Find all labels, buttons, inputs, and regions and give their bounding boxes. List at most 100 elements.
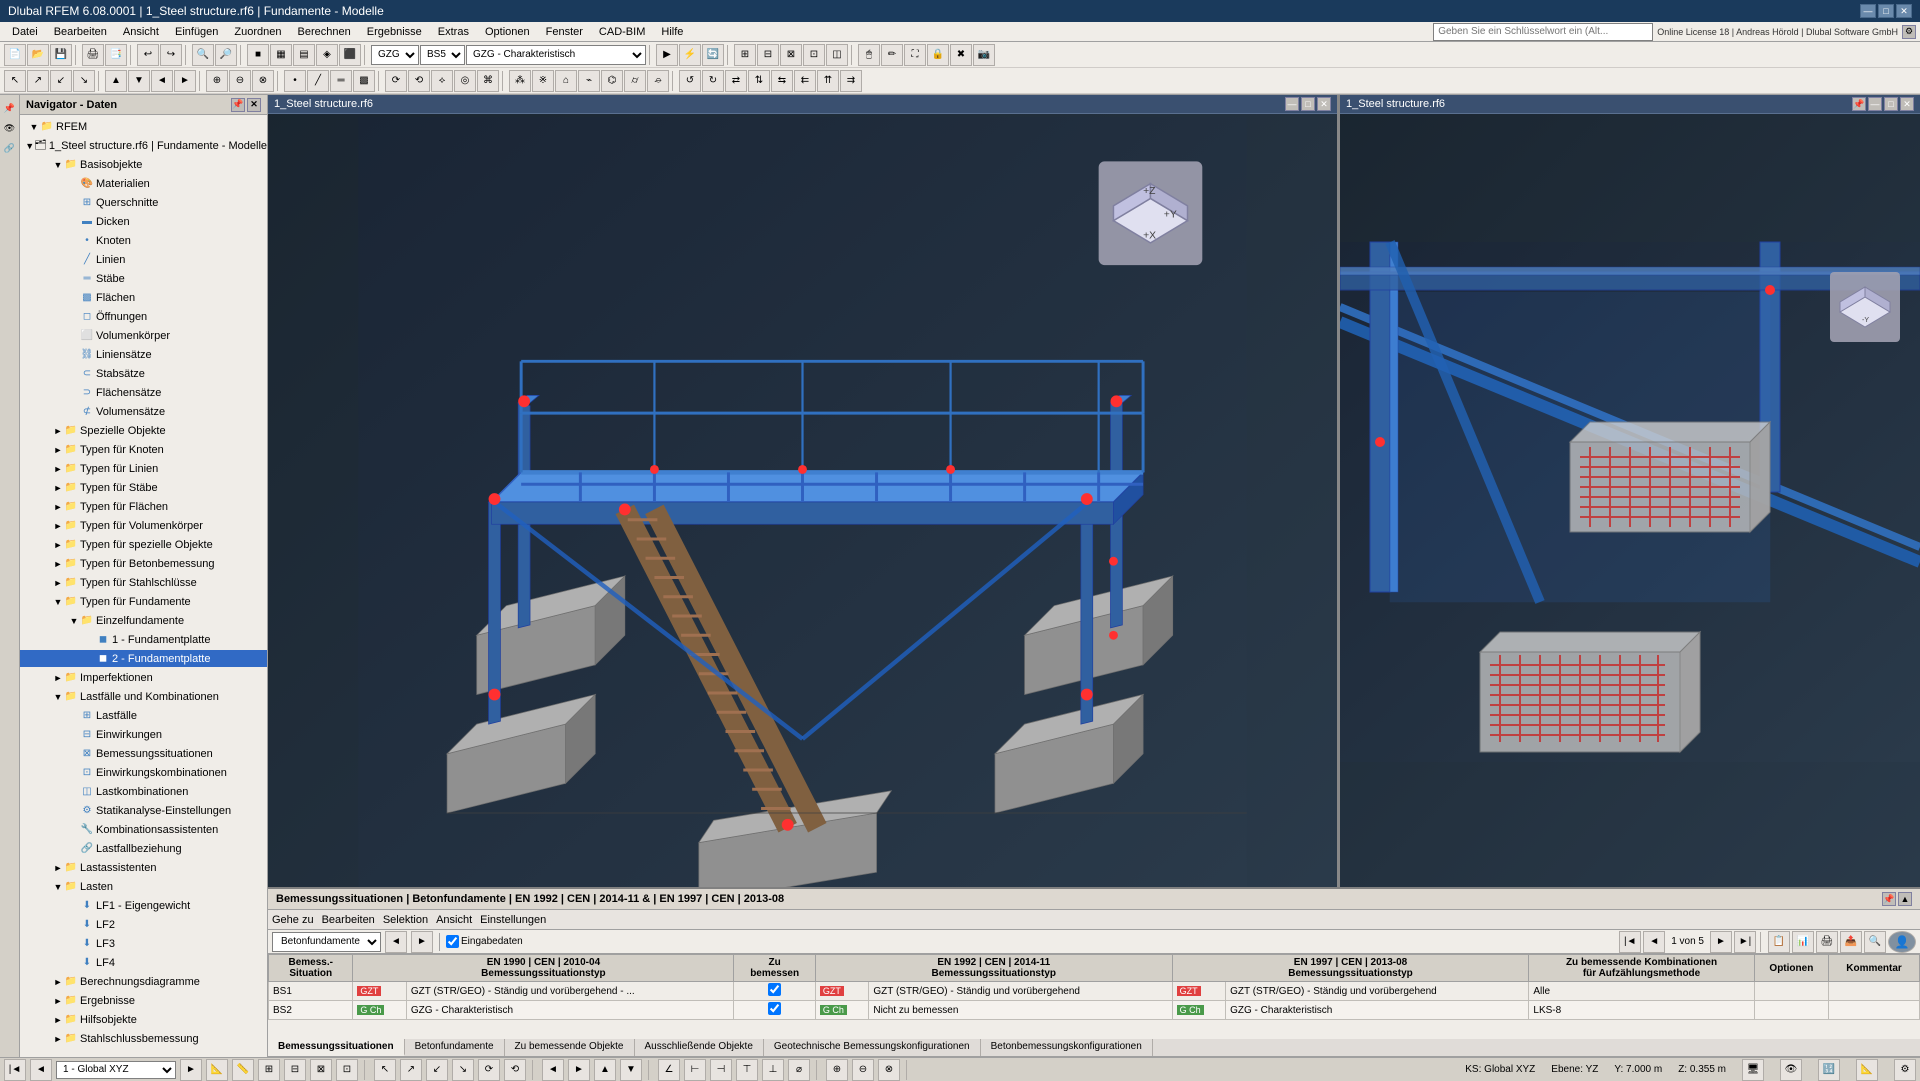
undo-btn[interactable]: ↩	[137, 44, 159, 66]
zoom-btn[interactable]: 🔍	[192, 44, 214, 66]
tree-lf1[interactable]: ⬇LF1 - Eigengewicht	[20, 896, 267, 915]
status-coord-combo[interactable]: 1 - Global XYZ	[56, 1061, 176, 1079]
bt-avatar[interactable]: 👤	[1888, 931, 1916, 953]
st-btn22[interactable]: ⌀	[788, 1059, 810, 1081]
tree-volumensaetze[interactable]: ⊄Volumensätze	[20, 402, 267, 421]
tb-icon3[interactable]: ⊠	[780, 44, 802, 66]
eingabedaten-checkbox[interactable]	[446, 935, 459, 948]
tb2-icon20[interactable]: ⇉	[840, 70, 862, 92]
st-btn17[interactable]: ∠	[658, 1059, 680, 1081]
tb2-btn1[interactable]: ↖	[4, 70, 26, 92]
st-btn8[interactable]: ↗	[400, 1059, 422, 1081]
tree-einwirkungen[interactable]: ⊟Einwirkungen	[20, 725, 267, 744]
tree-imperfektionen[interactable]: ►📁Imperfektionen	[20, 668, 267, 687]
bottom-combo[interactable]: Betonfundamente	[272, 932, 381, 952]
tree-materialien[interactable]: 🎨Materialien	[20, 174, 267, 193]
redo-btn[interactable]: ↪	[160, 44, 182, 66]
st-btn13[interactable]: ◄	[542, 1059, 564, 1081]
menu-hilfe[interactable]: Hilfe	[653, 24, 691, 40]
left-icon-2[interactable]: 👁	[1, 119, 19, 137]
load-combo-3[interactable]: GZG - Charakteristisch	[466, 45, 646, 65]
tb2-btn9[interactable]: ⊕	[206, 70, 228, 92]
tb2-line[interactable]: ╱	[307, 70, 329, 92]
st-icon1[interactable]: 🖥	[1742, 1059, 1764, 1081]
tab-bemessungssituationen[interactable]: Bemessungssituationen	[268, 1039, 405, 1056]
menu-cad-bim[interactable]: CAD-BIM	[591, 24, 653, 40]
bs2-zu-bemessen[interactable]	[734, 1001, 815, 1020]
tree-typen-beton[interactable]: ►📁Typen für Betonbemessung	[20, 554, 267, 573]
tree-volumenkoerper[interactable]: ⬜Volumenkörper	[20, 326, 267, 345]
tb2-icon12[interactable]: ⌮	[647, 70, 669, 92]
maximize-button[interactable]: □	[1878, 4, 1894, 18]
new-btn[interactable]: 📄	[4, 44, 26, 66]
table-row[interactable]: BS2 G Ch GZG - Charakteristisch G Ch Nic…	[269, 1001, 1920, 1020]
vp-left-max[interactable]: □	[1301, 97, 1315, 111]
st-btn3[interactable]: ⊞	[258, 1059, 280, 1081]
tree-staebe[interactable]: ═Stäbe	[20, 269, 267, 288]
tb-btn9[interactable]: ⬛	[339, 44, 361, 66]
tb-icon5[interactable]: ◫	[826, 44, 848, 66]
tb-icon4[interactable]: ⊡	[803, 44, 825, 66]
close-button[interactable]: ✕	[1896, 4, 1912, 18]
tb2-surface[interactable]: ▩	[353, 70, 375, 92]
st-btn25[interactable]: ⊗	[878, 1059, 900, 1081]
st-btn7[interactable]: ↖	[374, 1059, 396, 1081]
left-icon-1[interactable]: 📌	[1, 99, 19, 117]
tree-knoten[interactable]: •Knoten	[20, 231, 267, 250]
st-btn15[interactable]: ▲	[594, 1059, 616, 1081]
bottom-pin[interactable]: 📌	[1882, 892, 1896, 906]
table-row[interactable]: BS1 GZT GZT (STR/GEO) - Ständig und vorü…	[269, 982, 1920, 1001]
vp-right-min[interactable]: —	[1868, 97, 1882, 111]
menu-ansicht[interactable]: Ansicht	[115, 24, 167, 40]
tab-betonfundamente[interactable]: Betonfundamente	[405, 1039, 505, 1056]
status-nav-next[interactable]: ►	[180, 1059, 202, 1081]
tb-icon10[interactable]: ✖	[950, 44, 972, 66]
tree-einzelfundamente[interactable]: ▼📁Einzelfundamente	[20, 611, 267, 630]
tb2-icon6[interactable]: ⁂	[509, 70, 531, 92]
load-combo-1[interactable]: GZG	[371, 45, 419, 65]
menu-einfuegen[interactable]: Einfügen	[167, 24, 226, 40]
tb2-node[interactable]: •	[284, 70, 306, 92]
bt-prev2[interactable]: ◄	[1643, 931, 1665, 953]
tb-btn6[interactable]: ▦	[270, 44, 292, 66]
tab-zu-bemessende[interactable]: Zu bemessende Objekte	[505, 1039, 635, 1056]
bs1-zu-bemessen[interactable]	[734, 982, 815, 1001]
st-icon2[interactable]: 👁	[1780, 1059, 1802, 1081]
vp-right-close[interactable]: ✕	[1900, 97, 1914, 111]
vp-right-pin[interactable]: 📌	[1852, 97, 1866, 111]
tb-icon1[interactable]: ⊞	[734, 44, 756, 66]
menu-zuordnen[interactable]: Zuordnen	[226, 24, 289, 40]
tree-rfem-root[interactable]: ▼ 📁 RFEM	[20, 117, 267, 136]
tb2-btn10[interactable]: ⊖	[229, 70, 251, 92]
tb2-btn7[interactable]: ◄	[151, 70, 173, 92]
tb-btn8[interactable]: ◈	[316, 44, 338, 66]
tb-icon6[interactable]: 🖱	[858, 44, 880, 66]
rfem-toggle[interactable]: ▼	[28, 122, 40, 132]
st-btn5[interactable]: ⊠	[310, 1059, 332, 1081]
bottom-menu-settings[interactable]: Einstellungen	[480, 914, 546, 926]
open-btn[interactable]: 📂	[27, 44, 49, 66]
tree-linien[interactable]: ╱Linien	[20, 250, 267, 269]
tree-ergebnisse[interactable]: ►📁Ergebnisse	[20, 991, 267, 1010]
tree-typen-fundamente[interactable]: ▼📁Typen für Fundamente	[20, 592, 267, 611]
minimize-button[interactable]: —	[1860, 4, 1876, 18]
tree-lf4[interactable]: ⬇LF4	[20, 953, 267, 972]
st-icon3[interactable]: 🔢	[1818, 1059, 1840, 1081]
menu-bearbeiten[interactable]: Bearbeiten	[46, 24, 115, 40]
tb-icon7[interactable]: ✏	[881, 44, 903, 66]
tb2-btn3[interactable]: ↙	[50, 70, 72, 92]
menu-fenster[interactable]: Fenster	[538, 24, 591, 40]
settings-icon[interactable]: ⚙	[1902, 25, 1916, 39]
bt-icon1[interactable]: 📋	[1768, 931, 1790, 953]
tb2-icon7[interactable]: ※	[532, 70, 554, 92]
tree-lastfaelle-kombi[interactable]: ▼📁Lastfälle und Kombinationen	[20, 687, 267, 706]
tree-flaechensaetze[interactable]: ⊃Flächensätze	[20, 383, 267, 402]
status-nav-prev2[interactable]: ◄	[30, 1059, 52, 1081]
st-btn14[interactable]: ►	[568, 1059, 590, 1081]
tree-project[interactable]: ▼ 🗂 1_Steel structure.rf6 | Fundamente -…	[20, 136, 267, 155]
st-btn4[interactable]: ⊟	[284, 1059, 306, 1081]
tree-statikanalyse[interactable]: ⚙Statikanalyse-Einstellungen	[20, 801, 267, 820]
tb2-icon14[interactable]: ↻	[702, 70, 724, 92]
tb2-icon5[interactable]: ⌘	[477, 70, 499, 92]
zoom2-btn[interactable]: 🔎	[215, 44, 237, 66]
